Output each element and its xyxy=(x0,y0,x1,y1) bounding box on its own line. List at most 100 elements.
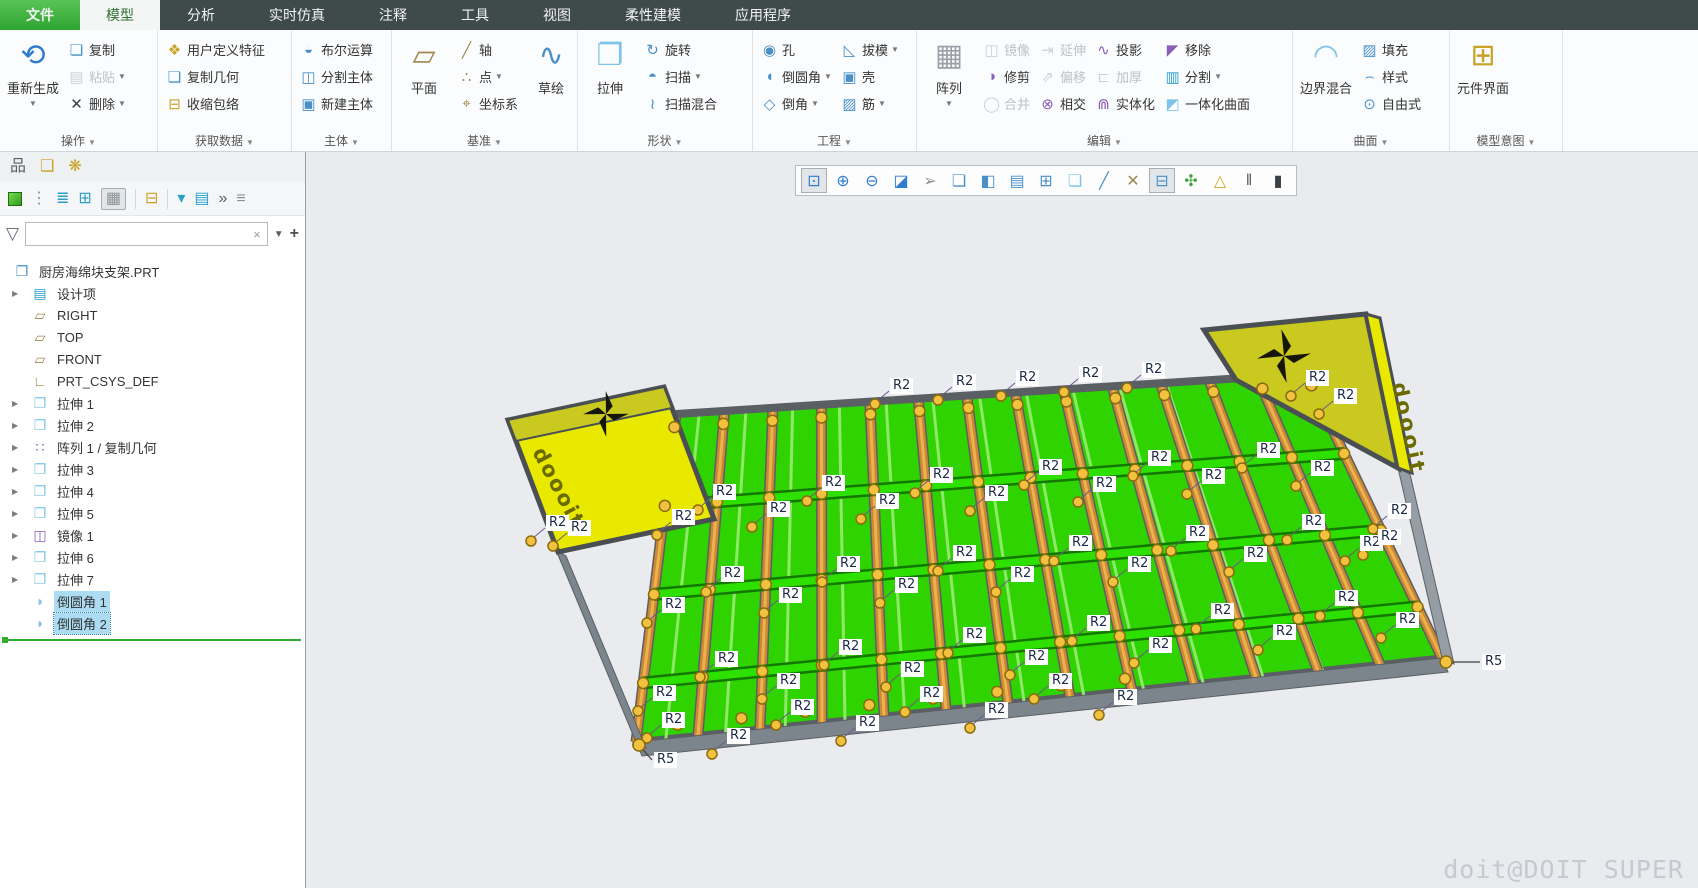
graphics-area[interactable]: doooitdoooit R2R2R2R2R2R2R2R2R2R2R2R2R2R… xyxy=(306,152,1698,888)
expand-arrow-icon[interactable]: ▶ xyxy=(12,575,30,584)
expand-arrow-icon[interactable]: ▶ xyxy=(12,487,30,496)
open-folder-icon[interactable]: ⊟ xyxy=(145,191,158,207)
search-dropdown-icon[interactable]: ▼ xyxy=(274,229,284,240)
repaint-icon[interactable]: ◪ xyxy=(888,168,914,193)
ribbon-group-label[interactable]: 模型意图▼ xyxy=(1450,132,1562,149)
swept-blend-button[interactable]: ≀扫描混合 xyxy=(640,90,720,117)
tree-item-extrude-4[interactable]: ▶❐拉伸 4 xyxy=(0,480,305,502)
folder-browser-icon[interactable]: ❏ xyxy=(40,159,54,175)
sketch-button[interactable]: ∿草绘 xyxy=(523,34,579,131)
datum-point-button[interactable]: ∴点▼ xyxy=(454,63,521,90)
ribbon-group-label[interactable]: 曲面▼ xyxy=(1293,132,1449,149)
tree-item-extrude-1[interactable]: ▶❐拉伸 1 xyxy=(0,392,305,414)
round-button[interactable]: ◖倒圆角▼ xyxy=(757,63,835,90)
datum-display-icon[interactable]: ✕ xyxy=(1120,168,1146,193)
zoom-out-icon[interactable]: ⊖ xyxy=(859,168,885,193)
more-chevron-icon[interactable]: » xyxy=(219,191,228,207)
tab-annotate[interactable]: 注释 xyxy=(352,0,434,30)
freestyle-button[interactable]: ⊙自由式 xyxy=(1357,90,1424,117)
ribbon-group-label[interactable]: 主体▼ xyxy=(292,132,391,149)
tree-list-icon[interactable]: ≣ xyxy=(56,191,69,207)
expand-arrow-icon[interactable]: ▶ xyxy=(12,289,30,298)
tree-item-extrude-2[interactable]: ▶❐拉伸 2 xyxy=(0,414,305,436)
copy-geometry-button[interactable]: ❏复制几何 xyxy=(162,63,268,90)
expand-arrow-icon[interactable]: ▶ xyxy=(12,399,30,408)
clear-search-icon[interactable]: × xyxy=(251,227,263,242)
layer-grid-icon[interactable]: ▦ xyxy=(101,188,126,210)
zoom-in-icon[interactable]: ⊕ xyxy=(830,168,856,193)
transparent-box-icon[interactable]: ❑ xyxy=(1062,168,1088,193)
insertion-indicator[interactable] xyxy=(4,639,301,641)
record-icon[interactable]: ▮ xyxy=(1265,168,1291,193)
tree-item-round-2[interactable]: ◗倒圆角 2 xyxy=(0,612,305,634)
tree-item-mirror-1[interactable]: ▶◫镜像 1 xyxy=(0,524,305,546)
ribbon-group-label[interactable]: 获取数据▼ xyxy=(158,132,291,149)
tree-filter-icon[interactable]: ▾ xyxy=(177,191,185,207)
ribbon-group-label[interactable]: 工程▼ xyxy=(753,132,916,149)
datum-csys-button[interactable]: ⌖坐标系 xyxy=(454,90,521,117)
shell-button[interactable]: ▣壳 xyxy=(837,63,902,90)
tab-analysis[interactable]: 分析 xyxy=(160,0,242,30)
extrude-button[interactable]: ❐拉伸 xyxy=(582,34,638,131)
view-manager-icon[interactable]: ▤ xyxy=(1004,168,1030,193)
sketch-view-icon[interactable]: ╱ xyxy=(1091,168,1117,193)
tree-item-round-1[interactable]: ◗倒圆角 1 xyxy=(0,590,305,612)
ribbon-group-label[interactable]: 操作▼ xyxy=(0,132,157,149)
display-style-icon[interactable]: ❏ xyxy=(946,168,972,193)
tree-item-csys[interactable]: ∟PRT_CSYS_DEF xyxy=(0,370,305,392)
expand-arrow-icon[interactable]: ▶ xyxy=(12,443,30,452)
pattern-button[interactable]: ▦阵列▼ xyxy=(921,34,977,131)
search-input[interactable] xyxy=(30,227,251,242)
pause-icon[interactable]: ‖ xyxy=(1236,168,1262,193)
style-button[interactable]: ⌢样式 xyxy=(1357,63,1424,90)
remove-button[interactable]: ◤移除 xyxy=(1160,36,1253,63)
copy-button[interactable]: ❏复制 xyxy=(64,36,129,63)
hole-button[interactable]: ◉孔 xyxy=(757,36,835,63)
quilt-button[interactable]: ◩一体化曲面 xyxy=(1160,90,1253,117)
sweep-button[interactable]: ◓扫描▼ xyxy=(640,63,720,90)
add-filter-button[interactable]: + xyxy=(290,225,299,243)
tree-columns-icon[interactable]: ⊞ xyxy=(78,191,91,207)
project-button[interactable]: ∿投影 xyxy=(1091,36,1158,63)
ribbon-group-label[interactable]: 编辑▼ xyxy=(917,132,1292,149)
tree-item-plane-front[interactable]: ▱FRONT xyxy=(0,348,305,370)
shrinkwrap-button[interactable]: ⊟收缩包络 xyxy=(162,90,268,117)
ribbon-group-label[interactable]: 形状▼ xyxy=(578,132,752,149)
tree-item-extrude-3[interactable]: ▶❐拉伸 3 xyxy=(0,458,305,480)
expand-arrow-icon[interactable]: ▶ xyxy=(12,531,30,540)
revolve-button[interactable]: ↻旋转 xyxy=(640,36,720,63)
drag-handle-icon[interactable]: ⋮ xyxy=(31,191,47,207)
tree-item-extrude-5[interactable]: ▶❐拉伸 5 xyxy=(0,502,305,524)
trim-button[interactable]: ◑修剪 xyxy=(979,63,1033,90)
draft-button[interactable]: ◺拔模▼ xyxy=(837,36,902,63)
tab-applications[interactable]: 应用程序 xyxy=(708,0,818,30)
annotation-display-icon[interactable]: ⊟ xyxy=(1149,168,1175,193)
tab-file[interactable]: 文件 xyxy=(0,0,80,30)
fill-button[interactable]: ▨填充 xyxy=(1357,36,1424,63)
udf-button[interactable]: ❖用户定义特征 xyxy=(162,36,268,63)
new-body-button[interactable]: ▣新建主体 xyxy=(296,90,376,117)
tab-flexible-modeling[interactable]: 柔性建模 xyxy=(598,0,708,30)
tree-item-pattern-1[interactable]: ▶∷阵列 1 / 复制几何 xyxy=(0,436,305,458)
datum-plane-button[interactable]: ▱平面 xyxy=(396,34,452,131)
tree-item-design-items[interactable]: ▶▤设计项 xyxy=(0,282,305,304)
expand-arrow-icon[interactable]: ▶ xyxy=(12,421,30,430)
tab-live-simulation[interactable]: 实时仿真 xyxy=(242,0,352,30)
boolean-button[interactable]: ◒布尔运算 xyxy=(296,36,376,63)
chamfer-button[interactable]: ◇倒角▼ xyxy=(757,90,835,117)
detail-list-icon[interactable]: ≡ xyxy=(236,191,245,207)
expand-arrow-icon[interactable]: ▶ xyxy=(12,509,30,518)
tree-item-extrude-7[interactable]: ▶❐拉伸 7 xyxy=(0,568,305,590)
capture-icon[interactable]: ⊞ xyxy=(1033,168,1059,193)
tab-model[interactable]: 模型 xyxy=(80,0,160,30)
split-body-button[interactable]: ◫分割主体 xyxy=(296,63,376,90)
ribbon-group-label[interactable]: 基准▼ xyxy=(392,132,577,149)
tree-item-plane-top[interactable]: ▱TOP xyxy=(0,326,305,348)
tab-view[interactable]: 视图 xyxy=(516,0,598,30)
favorites-folder-icon[interactable]: ❋ xyxy=(68,159,81,175)
solidify-button[interactable]: ⋒实体化 xyxy=(1091,90,1158,117)
perspective-icon[interactable]: △ xyxy=(1207,168,1233,193)
refit-icon[interactable]: ⊡ xyxy=(801,168,827,193)
tree-settings-icon[interactable]: ▤ xyxy=(194,191,209,207)
tab-tools[interactable]: 工具 xyxy=(434,0,516,30)
